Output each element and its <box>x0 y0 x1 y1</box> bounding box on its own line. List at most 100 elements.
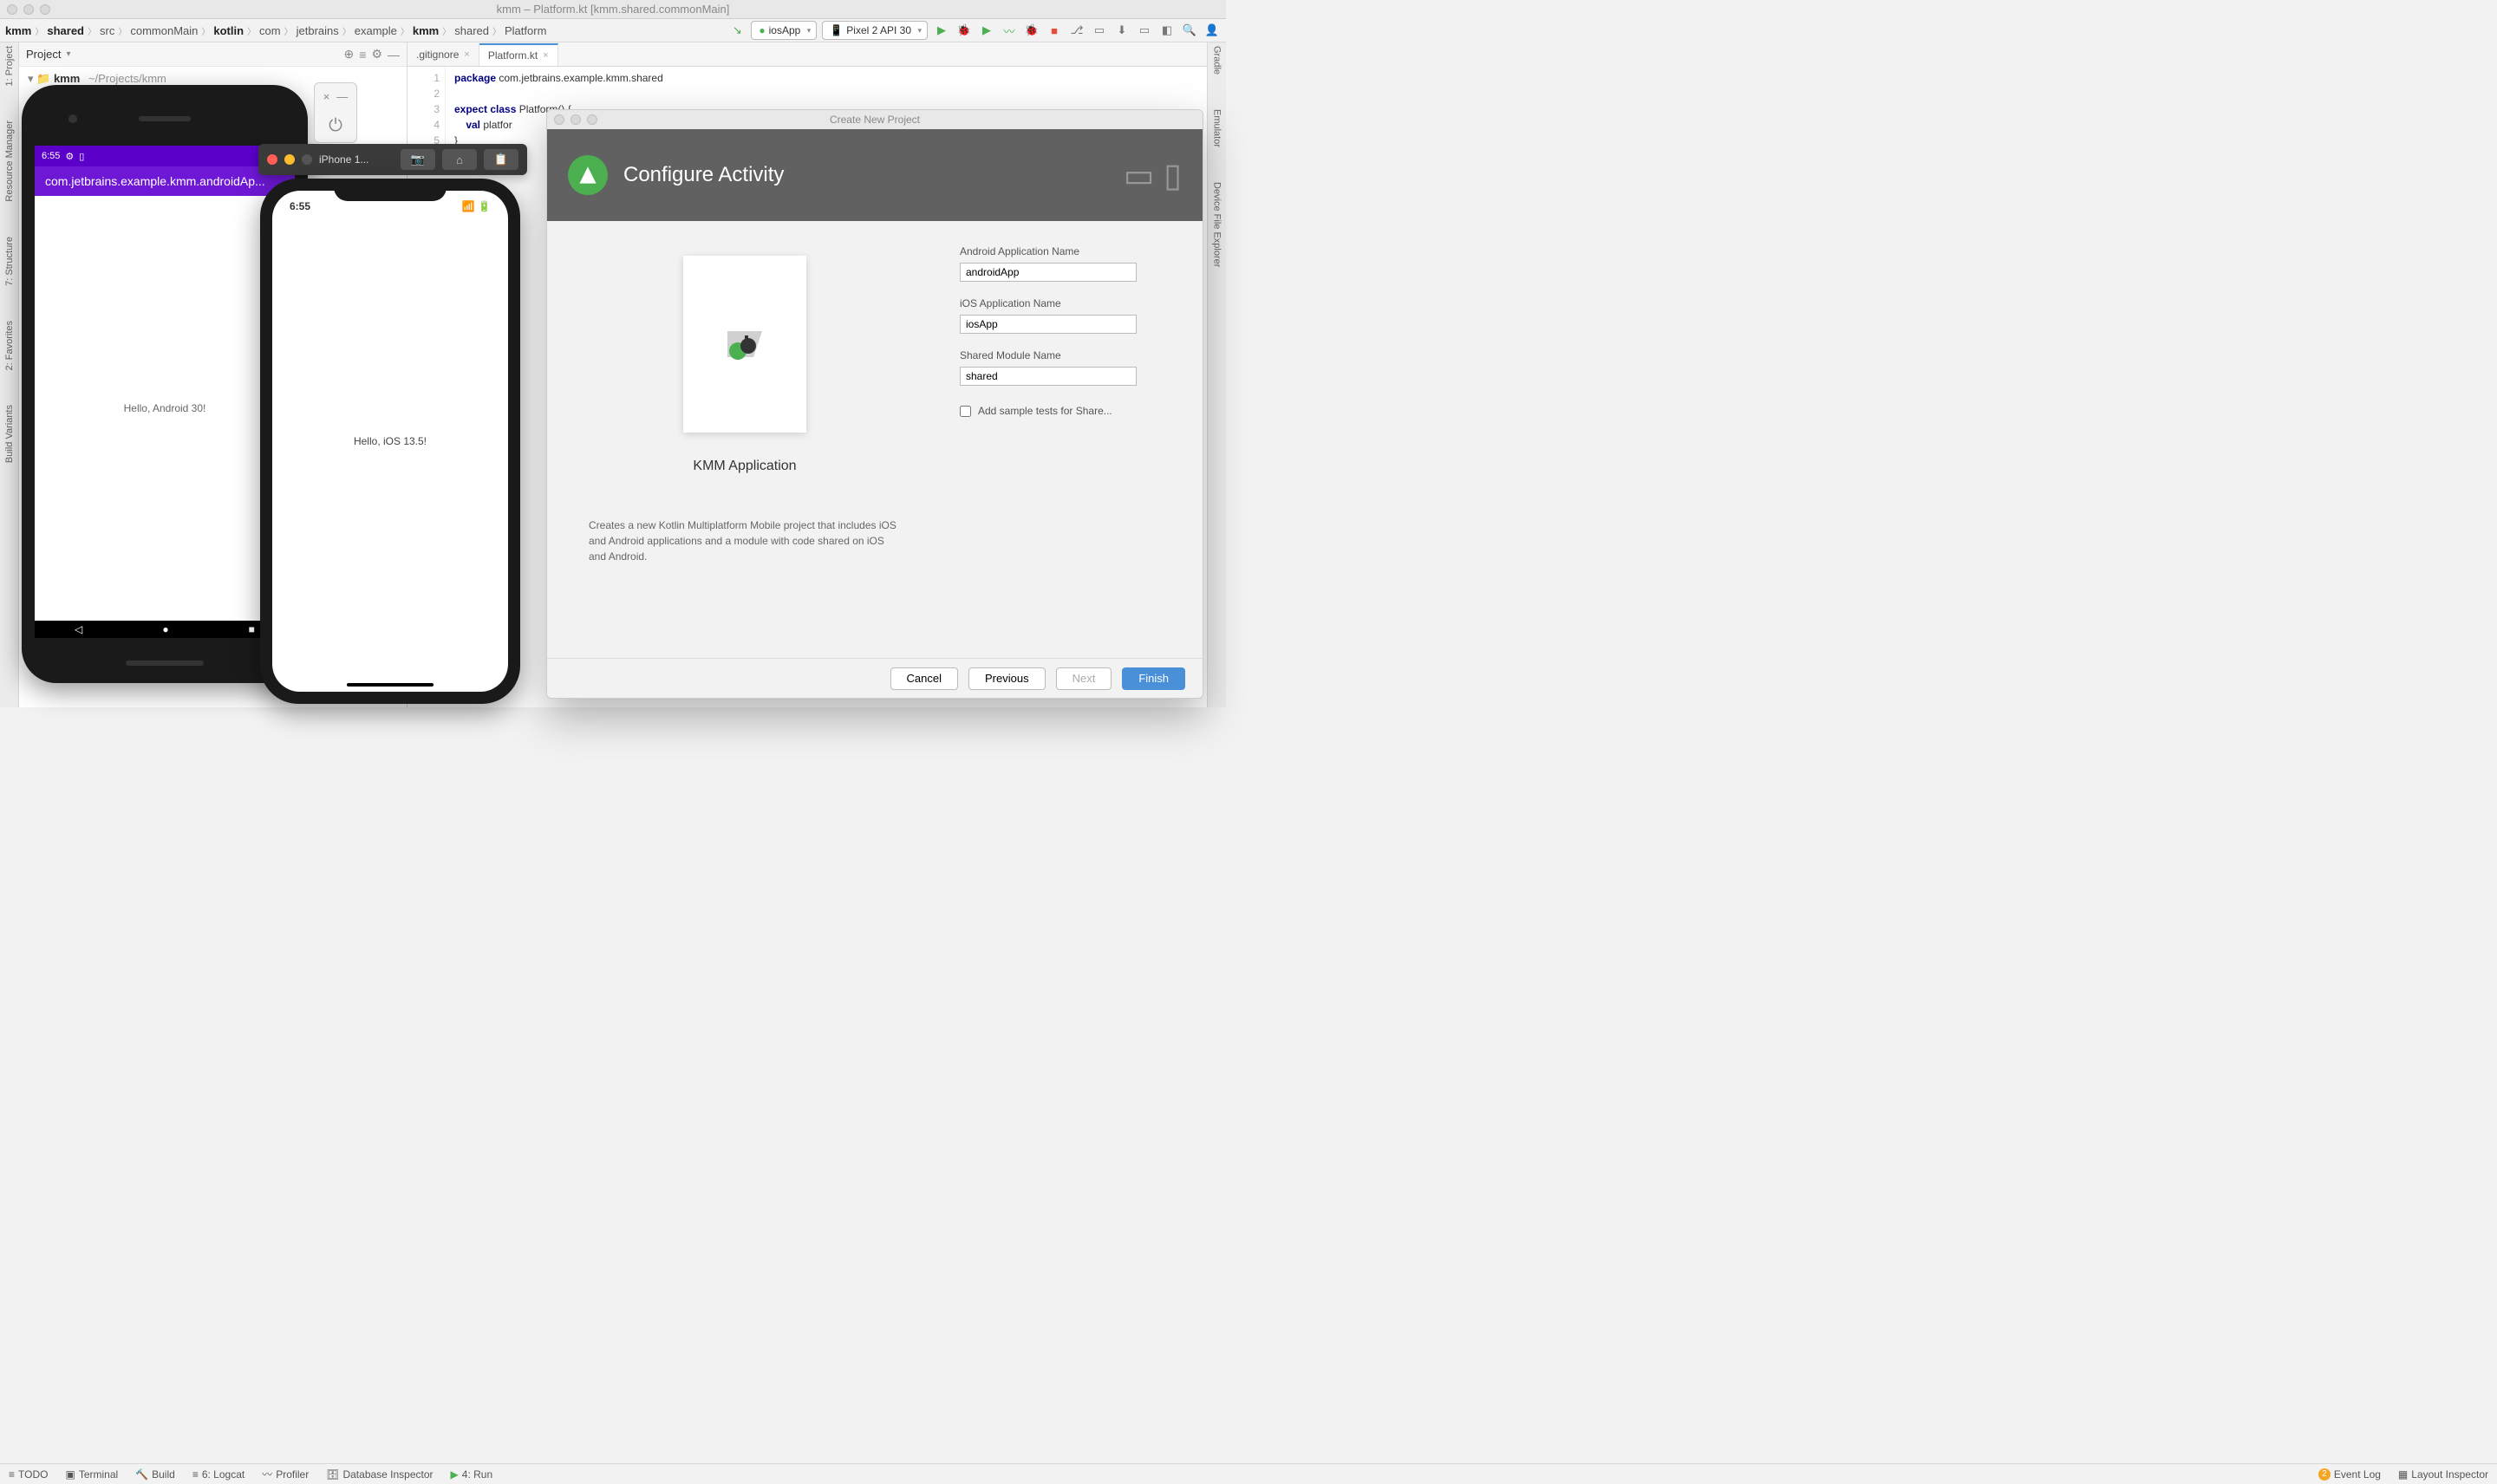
collapse-icon[interactable]: ≡ <box>359 48 366 62</box>
strip-project[interactable]: 1: Project <box>4 46 15 86</box>
zoom-dot[interactable] <box>40 4 50 15</box>
ios-device-label: iPhone 1... <box>319 153 368 166</box>
add-tests-checkbox[interactable] <box>960 406 971 417</box>
strip-favorites[interactable]: 2: Favorites <box>4 321 15 370</box>
root-name: kmm <box>54 72 80 85</box>
tab-label: Platform.kt <box>488 49 538 62</box>
crumb[interactable]: example <box>355 24 397 37</box>
close-dot[interactable] <box>7 4 17 15</box>
strip-build-variants[interactable]: Build Variants <box>4 405 15 463</box>
previous-button[interactable]: Previous <box>968 667 1046 690</box>
create-project-dialog: Create New Project Configure Activity ▭ … <box>546 109 1203 699</box>
close-dot[interactable] <box>267 154 277 165</box>
android-name-input[interactable] <box>960 263 1137 282</box>
status-terminal[interactable]: ▣ Terminal <box>56 1468 127 1481</box>
hide-icon[interactable]: — <box>388 48 400 62</box>
home-button[interactable]: ⌂ <box>442 149 477 170</box>
ios-simulator-toolbar[interactable]: iPhone 1... 📷 ⌂ 📋 <box>258 144 527 175</box>
back-icon[interactable]: ◁ <box>75 623 82 635</box>
status-layout-inspector[interactable]: ▦ Layout Inspector <box>2389 1468 2497 1481</box>
tool1-icon[interactable]: ▭ <box>1136 22 1153 39</box>
stop-icon[interactable]: ■ <box>1046 22 1063 39</box>
crumb[interactable]: kmm <box>5 24 31 37</box>
crumb[interactable]: commonMain <box>130 24 198 37</box>
locate-icon[interactable]: ⊕ <box>344 47 355 62</box>
status-profiler[interactable]: 〰 Profiler <box>253 1467 317 1481</box>
shared-name-label: Shared Module Name <box>960 349 1185 361</box>
strip-device-explorer[interactable]: Device File Explorer <box>1212 182 1222 267</box>
coverage-icon[interactable]: ▶ <box>978 22 995 39</box>
close-icon[interactable]: × <box>323 90 330 103</box>
tab-platform-kt[interactable]: Platform.kt × <box>479 43 558 66</box>
status-db[interactable]: 🗄 Database Inspector <box>317 1468 441 1481</box>
android-studio-logo-icon <box>568 155 608 195</box>
zoom-dot[interactable] <box>302 154 312 165</box>
memory-icon: ▯ <box>79 151 84 162</box>
tool2-icon[interactable]: ◧ <box>1158 22 1176 39</box>
crumb[interactable]: jetbrains <box>297 24 339 37</box>
home-icon[interactable]: ● <box>162 623 168 635</box>
crumb[interactable]: kotlin <box>213 24 244 37</box>
power-icon[interactable]: ⏻ <box>329 116 342 136</box>
android-name-label: Android Application Name <box>960 245 1185 257</box>
project-panel-title[interactable]: Project <box>26 48 61 61</box>
crumb[interactable]: kmm <box>413 24 439 37</box>
gear-icon[interactable]: ⚙ <box>371 47 382 62</box>
dialog-titlebar[interactable]: Create New Project <box>547 110 1203 129</box>
emulator-controls: × — ⏻ <box>314 82 357 143</box>
phone-chin-icon <box>126 661 204 666</box>
ios-name-input[interactable] <box>960 315 1137 334</box>
profile-icon[interactable]: 〰 <box>1001 22 1018 39</box>
minimize-icon[interactable]: — <box>336 90 348 103</box>
home-indicator[interactable] <box>347 683 434 687</box>
close-icon[interactable]: × <box>543 50 548 61</box>
crumb[interactable]: Platform <box>505 24 546 37</box>
minimize-dot[interactable] <box>23 4 34 15</box>
strip-resource-manager[interactable]: Resource Manager <box>4 120 15 202</box>
crumb[interactable]: src <box>100 24 114 37</box>
run-config-combo[interactable]: ● iosApp <box>751 21 817 40</box>
recents-icon[interactable]: ■ <box>249 623 255 635</box>
close-icon[interactable]: × <box>464 49 469 60</box>
strip-structure[interactable]: 7: Structure <box>4 237 15 286</box>
status-eventlog[interactable]: 2 Event Log <box>2310 1468 2389 1481</box>
attach-icon[interactable]: 🐞 <box>1023 22 1040 39</box>
debug-icon[interactable]: 🐞 <box>955 22 973 39</box>
android-navbar[interactable]: ◁ ● ■ <box>35 621 295 638</box>
strip-gradle[interactable]: Gradle <box>1212 46 1222 75</box>
shared-name-input[interactable] <box>960 367 1137 386</box>
next-button[interactable]: Next <box>1056 667 1112 690</box>
add-tests-checkbox-row[interactable]: Add sample tests for Share... <box>960 405 1185 417</box>
crumb[interactable]: shared <box>454 24 489 37</box>
dialog-title: Create New Project <box>830 114 920 126</box>
sync-icon[interactable]: ↘ <box>728 22 746 39</box>
git-icon[interactable]: ⎇ <box>1068 22 1086 39</box>
tab-gitignore[interactable]: .gitignore × <box>407 43 479 66</box>
status-run[interactable]: ▶ 4: Run <box>442 1468 502 1481</box>
avd-icon[interactable]: ▭ <box>1091 22 1108 39</box>
search-icon[interactable]: 🔍 <box>1181 22 1198 39</box>
template-preview <box>683 256 806 433</box>
screenshot-button[interactable]: 📷 <box>401 149 435 170</box>
crumb[interactable]: shared <box>47 24 84 37</box>
status-build[interactable]: 🔨 Build <box>127 1468 184 1481</box>
finish-button[interactable]: Finish <box>1122 667 1185 690</box>
gear-icon: ⚙ <box>65 151 74 162</box>
ios-simulator[interactable]: 6:55 📶 🔋 Hello, iOS 13.5! <box>260 179 520 704</box>
window-title: kmm – Platform.kt [kmm.shared.commonMain… <box>497 3 730 16</box>
status-logcat[interactable]: ≡ 6: Logcat <box>184 1468 253 1481</box>
traffic-lights[interactable] <box>7 4 50 15</box>
copy-button[interactable]: 📋 <box>484 149 518 170</box>
strip-emulator[interactable]: Emulator <box>1212 109 1222 147</box>
checkbox-label: Add sample tests for Share... <box>978 405 1112 417</box>
chevron-down-icon[interactable]: ▾ <box>66 49 70 59</box>
device-combo[interactable]: 📱 Pixel 2 API 30 <box>822 21 928 40</box>
crumb[interactable]: com <box>259 24 281 37</box>
minimize-dot[interactable] <box>284 154 295 165</box>
run-icon[interactable]: ▶ <box>933 22 950 39</box>
status-todo[interactable]: ≡ TODO <box>0 1468 56 1481</box>
toolbar-row: kmm〉 shared〉 src〉 commonMain〉 kotlin〉 co… <box>0 19 1226 42</box>
sdk-icon[interactable]: ⬇ <box>1113 22 1131 39</box>
user-icon[interactable]: 👤 <box>1203 22 1221 39</box>
cancel-button[interactable]: Cancel <box>890 667 958 690</box>
